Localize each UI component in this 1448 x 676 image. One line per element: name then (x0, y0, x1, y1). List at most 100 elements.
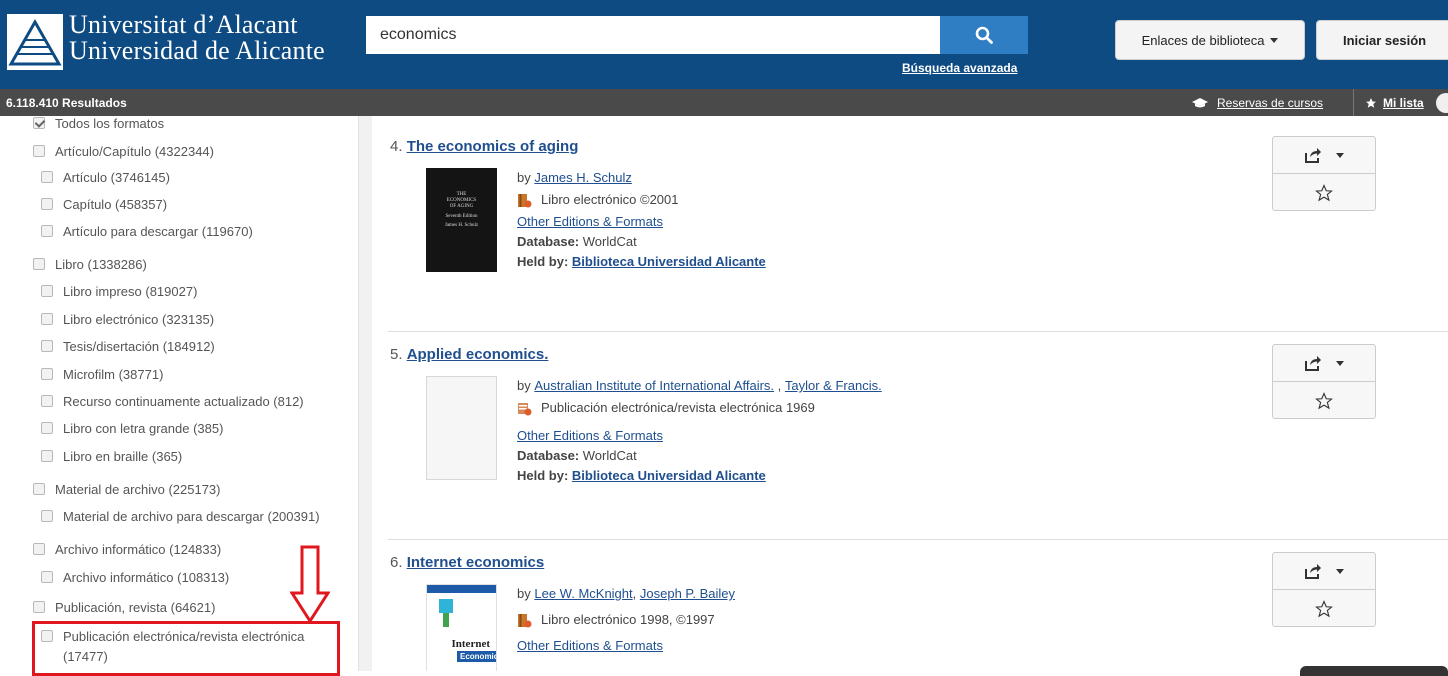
author-link[interactable]: Taylor & Francis. (785, 376, 882, 396)
format-text: Libro electrónico ©2001 (541, 192, 679, 207)
author-link[interactable]: Joseph P. Bailey (640, 584, 735, 604)
result-title-link[interactable]: Internet economics (407, 554, 545, 571)
facet-checkbox[interactable] (41, 340, 53, 352)
facet-checkbox[interactable] (33, 601, 45, 613)
facet-checkbox[interactable] (33, 145, 45, 157)
floating-tab[interactable] (1300, 666, 1448, 676)
cover-text: Internet (451, 638, 491, 650)
facet-checkbox[interactable] (41, 368, 53, 380)
other-editions-link[interactable]: Other Editions & Formats (517, 636, 663, 656)
facet-checkbox[interactable] (41, 422, 53, 434)
facet-item[interactable]: Material de archivo para descargar (2003… (41, 507, 320, 527)
university-name[interactable]: Universitat d’Alacant Universidad de Ali… (69, 12, 325, 64)
facet-checkbox[interactable] (41, 171, 53, 183)
ebook-icon (518, 613, 532, 627)
author-link[interactable]: James H. Schulz (534, 168, 632, 188)
share-button[interactable] (1273, 137, 1375, 174)
facet-checkbox[interactable] (41, 450, 53, 462)
facet-checkbox[interactable] (41, 395, 53, 407)
author-link[interactable]: Australian Institute of International Af… (534, 376, 774, 396)
facet-item[interactable]: Libro con letra grande (385) (41, 419, 223, 439)
cover-text: OF AGING (449, 204, 474, 209)
facet-item[interactable]: Artículo (3746145) (41, 168, 170, 188)
facet-label: Capítulo (458357) (63, 197, 168, 212)
facet-label: Material de archivo para descargar (2003… (63, 509, 320, 524)
search-input[interactable] (366, 16, 940, 54)
annotation-highlight-box (32, 621, 340, 676)
editions-row: Other Editions & Formats (517, 635, 735, 657)
facet-item[interactable]: Libro electrónico (323135) (41, 310, 214, 330)
facet-checkbox[interactable] (33, 117, 45, 129)
advanced-search-link[interactable]: Búsqueda avanzada (902, 61, 1017, 75)
result-actions (1272, 552, 1376, 627)
facet-checkbox[interactable] (41, 285, 53, 297)
favorite-button[interactable] (1273, 590, 1375, 627)
facet-item[interactable]: Artículo para descargar (119670) (41, 222, 253, 242)
facet-item[interactable]: Tesis/disertación (184912) (41, 337, 215, 357)
share-button[interactable] (1273, 553, 1375, 590)
star-icon (1315, 183, 1333, 201)
result-actions (1272, 344, 1376, 419)
facet-item[interactable]: Artículo/Capítulo (4322344) (33, 142, 214, 162)
facet-checkbox[interactable] (41, 510, 53, 522)
book-cover[interactable]: THE ECONOMICS OF AGING Seventh Edition J… (426, 168, 497, 272)
held-by-link[interactable]: Biblioteca Universidad Alicante (572, 466, 766, 486)
facet-checkbox[interactable] (41, 313, 53, 325)
favorite-button[interactable] (1273, 382, 1375, 419)
facet-item[interactable]: Archivo informático (108313) (41, 568, 229, 588)
search-button[interactable] (940, 16, 1028, 54)
university-logo[interactable] (7, 14, 63, 70)
facet-item[interactable]: Publicación, revista (64621) (33, 598, 215, 618)
facet-checkbox[interactable] (33, 543, 45, 555)
facet-item[interactable]: Material de archivo (225173) (33, 480, 220, 500)
results-list: 4. The economics of aging THE ECONOMICS … (372, 116, 1448, 671)
other-editions-link[interactable]: Other Editions & Formats (517, 426, 663, 446)
facet-checkbox[interactable] (41, 571, 53, 583)
result-number: 6. (390, 554, 403, 571)
held-by-row: Held by: Biblioteca Universidad Alicante (517, 465, 882, 487)
facet-label: Artículo (3746145) (63, 170, 170, 185)
facet-item[interactable]: Libro impreso (819027) (41, 282, 197, 302)
facet-checkbox[interactable] (33, 258, 45, 270)
course-reserves-link[interactable]: Reservas de cursos (1192, 96, 1323, 110)
result-meta: by Australian Institute of International… (517, 375, 882, 487)
my-list-link[interactable]: Mi lista (1365, 96, 1424, 110)
facet-checkbox[interactable] (33, 483, 45, 495)
result-title-link[interactable]: The economics of aging (407, 138, 579, 155)
cover-illustration-icon (439, 599, 453, 627)
chevron-down-icon (1336, 568, 1344, 574)
university-name-line2: Universidad de Alicante (69, 36, 325, 65)
facet-label: Material de archivo (225173) (55, 482, 221, 497)
result-divider (388, 331, 1448, 332)
held-by-link[interactable]: Biblioteca Universidad Alicante (572, 252, 766, 272)
format-row: Publicación electrónica/revista electrón… (517, 397, 882, 419)
facet-label: Libro electrónico (323135) (63, 312, 215, 327)
facet-item[interactable]: Libro (1338286) (33, 255, 147, 275)
library-links-button[interactable]: Enlaces de biblioteca (1115, 20, 1305, 60)
facet-item[interactable]: Todos los formatos (33, 116, 164, 134)
other-editions-link[interactable]: Other Editions & Formats (517, 212, 663, 232)
search-icon (975, 26, 993, 44)
facet-item[interactable]: Recurso continuamente actualizado (812) (41, 392, 304, 412)
author-link[interactable]: Lee W. McKnight (534, 584, 632, 604)
favorite-button[interactable] (1273, 174, 1375, 211)
facet-item[interactable]: Capítulo (458357) (41, 195, 167, 215)
login-button[interactable]: Iniciar sesión (1316, 20, 1448, 60)
share-button[interactable] (1273, 345, 1375, 382)
book-cover[interactable]: Internet Economics (426, 584, 497, 671)
database-row: Database: WorldCat (517, 447, 882, 465)
facet-checkbox[interactable] (41, 198, 53, 210)
facet-item[interactable]: Archivo informático (124833) (33, 540, 221, 560)
held-by-row: Held by: Biblioteca Universidad Alicante (517, 251, 766, 273)
result-title-link[interactable]: Applied economics. (407, 346, 549, 363)
result-meta: by James H. Schulz Libro electrónico ©20… (517, 167, 766, 273)
share-icon (1305, 148, 1321, 163)
facet-label: Tesis/disertación (184912) (63, 339, 215, 354)
facet-item[interactable]: Libro en braille (365) (41, 447, 182, 467)
cover-placeholder[interactable] (426, 376, 497, 480)
facet-checkbox[interactable] (41, 225, 53, 237)
by-prefix: by (517, 586, 531, 601)
facet-label: Libro impreso (819027) (63, 284, 198, 299)
format-row: Libro electrónico ©2001 (517, 189, 766, 211)
facet-item[interactable]: Microfilm (38771) (41, 365, 163, 385)
